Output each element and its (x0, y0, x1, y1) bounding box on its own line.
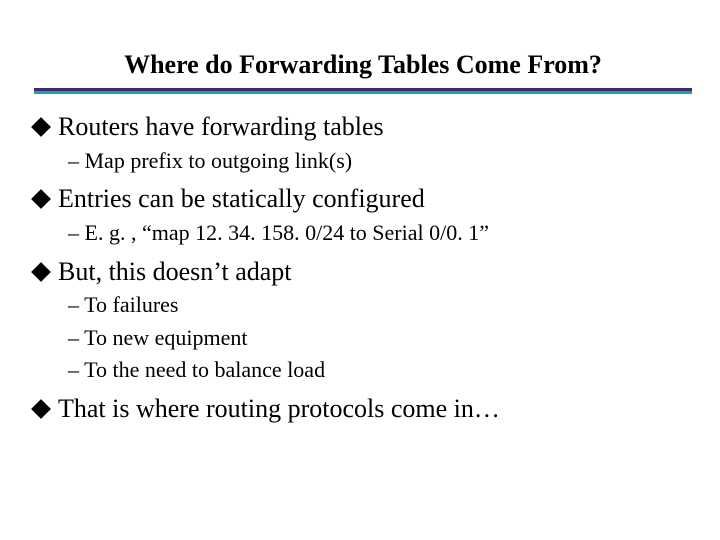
bullet-1: Entries can be statically configured (34, 184, 692, 214)
title-underline (34, 88, 692, 94)
bullet-1-text: Entries can be statically configured (58, 184, 692, 214)
slide-title: Where do Forwarding Tables Come From? (34, 50, 692, 80)
bullet-2-text: But, this doesn’t adapt (58, 257, 692, 287)
bullet-3: That is where routing protocols come in… (34, 394, 692, 424)
diamond-icon (31, 262, 51, 282)
bullet-0: Routers have forwarding tables (34, 112, 692, 142)
bullet-0-sub-0: – Map prefix to outgoing link(s) (68, 148, 692, 174)
bullet-2-sub-0: – To failures (68, 292, 692, 318)
diamond-icon (31, 399, 51, 419)
bullet-1-sub-0: – E. g. , “map 12. 34. 158. 0/24 to Seri… (68, 220, 692, 246)
bullet-2-sub-2: – To the need to balance load (68, 357, 692, 383)
slide: Where do Forwarding Tables Come From? Ro… (0, 0, 720, 540)
diamond-icon (31, 117, 51, 137)
rule-teal (34, 91, 692, 94)
bullet-3-text: That is where routing protocols come in… (58, 394, 692, 424)
bullet-0-text: Routers have forwarding tables (58, 112, 692, 142)
diamond-icon (31, 189, 51, 209)
bullet-2-sub-1: – To new equipment (68, 325, 692, 351)
bullet-2: But, this doesn’t adapt (34, 257, 692, 287)
